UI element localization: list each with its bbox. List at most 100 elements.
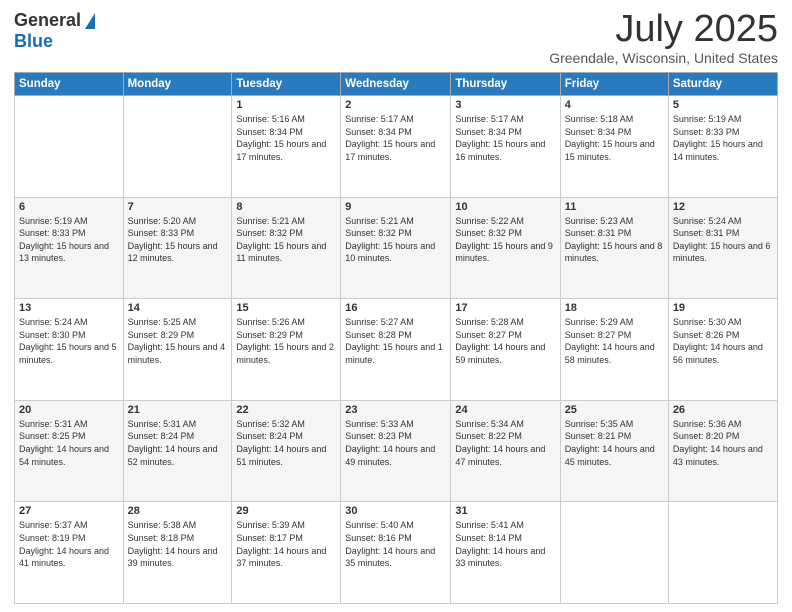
calendar-cell: 3 Sunrise: 5:17 AMSunset: 8:34 PMDaylight… bbox=[451, 96, 560, 198]
day-info: Sunrise: 5:25 AMSunset: 8:29 PMDaylight:… bbox=[128, 316, 228, 366]
day-number: 31 bbox=[455, 505, 555, 517]
day-number: 25 bbox=[565, 404, 664, 416]
day-info: Sunrise: 5:17 AMSunset: 8:34 PMDaylight:… bbox=[345, 113, 446, 163]
calendar-cell: 27Sunrise: 5:37 AMSunset: 8:19 PMDayligh… bbox=[15, 502, 124, 604]
calendar-cell: 10 Sunrise: 5:22 AMSunset: 8:32 PMDayligh… bbox=[451, 197, 560, 299]
calendar-cell: 2 Sunrise: 5:17 AMSunset: 8:34 PMDaylight… bbox=[341, 96, 451, 198]
calendar-cell: 15 Sunrise: 5:26 AMSunset: 8:29 PMDayligh… bbox=[232, 299, 341, 401]
calendar-cell bbox=[560, 502, 668, 604]
day-number: 6 bbox=[19, 201, 119, 213]
calendar-cell: 30 Sunrise: 5:40 AMSunset: 8:16 PMDayligh… bbox=[341, 502, 451, 604]
day-info: Sunrise: 5:31 AMSunset: 8:25 PMDaylight:… bbox=[19, 418, 119, 468]
day-number: 9 bbox=[345, 201, 446, 213]
header: General Blue July 2025 Greendale, Wiscon… bbox=[14, 10, 778, 66]
day-info: Sunrise: 5:24 AMSunset: 8:30 PMDaylight:… bbox=[19, 316, 119, 366]
day-info: Sunrise: 5:41 AMSunset: 8:14 PMDaylight:… bbox=[455, 519, 555, 569]
calendar-cell: 14 Sunrise: 5:25 AMSunset: 8:29 PMDayligh… bbox=[123, 299, 232, 401]
day-info: Sunrise: 5:27 AMSunset: 8:28 PMDaylight:… bbox=[345, 316, 446, 366]
day-info: Sunrise: 5:35 AMSunset: 8:21 PMDaylight:… bbox=[565, 418, 664, 468]
calendar-cell: 12Sunrise: 5:24 AMSunset: 8:31 PMDayligh… bbox=[668, 197, 777, 299]
day-info: Sunrise: 5:38 AMSunset: 8:18 PMDaylight:… bbox=[128, 519, 228, 569]
day-info: Sunrise: 5:18 AMSunset: 8:34 PMDaylight:… bbox=[565, 113, 664, 163]
weekday-header-tuesday: Tuesday bbox=[232, 73, 341, 96]
calendar-cell: 28Sunrise: 5:38 AMSunset: 8:18 PMDayligh… bbox=[123, 502, 232, 604]
calendar-cell: 31 Sunrise: 5:41 AMSunset: 8:14 PMDayligh… bbox=[451, 502, 560, 604]
day-number: 21 bbox=[128, 404, 228, 416]
day-info: Sunrise: 5:36 AMSunset: 8:20 PMDaylight:… bbox=[673, 418, 773, 468]
day-number: 19 bbox=[673, 302, 773, 314]
calendar-cell: 16 Sunrise: 5:27 AMSunset: 8:28 PMDayligh… bbox=[341, 299, 451, 401]
day-info: Sunrise: 5:19 AMSunset: 8:33 PMDaylight:… bbox=[19, 215, 119, 265]
day-info: Sunrise: 5:20 AMSunset: 8:33 PMDaylight:… bbox=[128, 215, 228, 265]
day-number: 4 bbox=[565, 99, 664, 111]
day-number: 3 bbox=[455, 99, 555, 111]
calendar-cell: 17 Sunrise: 5:28 AMSunset: 8:27 PMDayligh… bbox=[451, 299, 560, 401]
day-number: 26 bbox=[673, 404, 773, 416]
day-number: 22 bbox=[236, 404, 336, 416]
location-title: Greendale, Wisconsin, United States bbox=[549, 50, 778, 66]
month-title: July 2025 bbox=[549, 10, 778, 48]
calendar-cell: 9 Sunrise: 5:21 AMSunset: 8:32 PMDaylight… bbox=[341, 197, 451, 299]
logo: General bbox=[14, 10, 95, 31]
day-number: 18 bbox=[565, 302, 664, 314]
page: General Blue July 2025 Greendale, Wiscon… bbox=[0, 0, 792, 612]
day-number: 7 bbox=[128, 201, 228, 213]
day-number: 24 bbox=[455, 404, 555, 416]
day-number: 15 bbox=[236, 302, 336, 314]
calendar-cell: 11Sunrise: 5:23 AMSunset: 8:31 PMDayligh… bbox=[560, 197, 668, 299]
day-info: Sunrise: 5:21 AMSunset: 8:32 PMDaylight:… bbox=[345, 215, 446, 265]
weekday-header-row: SundayMondayTuesdayWednesdayThursdayFrid… bbox=[15, 73, 778, 96]
weekday-header-sunday: Sunday bbox=[15, 73, 124, 96]
day-info: Sunrise: 5:37 AMSunset: 8:19 PMDaylight:… bbox=[19, 519, 119, 569]
calendar-cell bbox=[668, 502, 777, 604]
logo-area: General Blue bbox=[14, 10, 95, 52]
logo-triangle-icon bbox=[85, 13, 95, 29]
calendar-cell: 5 Sunrise: 5:19 AMSunset: 8:33 PMDaylight… bbox=[668, 96, 777, 198]
day-info: Sunrise: 5:19 AMSunset: 8:33 PMDaylight:… bbox=[673, 113, 773, 163]
day-number: 16 bbox=[345, 302, 446, 314]
day-info: Sunrise: 5:30 AMSunset: 8:26 PMDaylight:… bbox=[673, 316, 773, 366]
calendar-cell: 23Sunrise: 5:33 AMSunset: 8:23 PMDayligh… bbox=[341, 400, 451, 502]
day-info: Sunrise: 5:40 AMSunset: 8:16 PMDaylight:… bbox=[345, 519, 446, 569]
calendar-cell: 18 Sunrise: 5:29 AMSunset: 8:27 PMDayligh… bbox=[560, 299, 668, 401]
day-info: Sunrise: 5:33 AMSunset: 8:23 PMDaylight:… bbox=[345, 418, 446, 468]
day-number: 30 bbox=[345, 505, 446, 517]
day-number: 20 bbox=[19, 404, 119, 416]
calendar-cell: 29Sunrise: 5:39 AMSunset: 8:17 PMDayligh… bbox=[232, 502, 341, 604]
calendar-cell: 13Sunrise: 5:24 AMSunset: 8:30 PMDayligh… bbox=[15, 299, 124, 401]
day-number: 5 bbox=[673, 99, 773, 111]
calendar-cell: 6 Sunrise: 5:19 AMSunset: 8:33 PMDaylight… bbox=[15, 197, 124, 299]
calendar-week-3: 13Sunrise: 5:24 AMSunset: 8:30 PMDayligh… bbox=[15, 299, 778, 401]
day-info: Sunrise: 5:17 AMSunset: 8:34 PMDaylight:… bbox=[455, 113, 555, 163]
day-number: 2 bbox=[345, 99, 446, 111]
calendar-cell: 22Sunrise: 5:32 AMSunset: 8:24 PMDayligh… bbox=[232, 400, 341, 502]
day-number: 10 bbox=[455, 201, 555, 213]
logo-general-text: General bbox=[14, 10, 81, 31]
day-info: Sunrise: 5:22 AMSunset: 8:32 PMDaylight:… bbox=[455, 215, 555, 265]
logo-blue-text: Blue bbox=[14, 31, 53, 52]
weekday-header-thursday: Thursday bbox=[451, 73, 560, 96]
weekday-header-monday: Monday bbox=[123, 73, 232, 96]
calendar-cell: 24Sunrise: 5:34 AMSunset: 8:22 PMDayligh… bbox=[451, 400, 560, 502]
weekday-header-wednesday: Wednesday bbox=[341, 73, 451, 96]
day-number: 11 bbox=[565, 201, 664, 213]
day-number: 29 bbox=[236, 505, 336, 517]
calendar-cell: 8Sunrise: 5:21 AMSunset: 8:32 PMDaylight… bbox=[232, 197, 341, 299]
day-info: Sunrise: 5:31 AMSunset: 8:24 PMDaylight:… bbox=[128, 418, 228, 468]
day-number: 14 bbox=[128, 302, 228, 314]
day-info: Sunrise: 5:28 AMSunset: 8:27 PMDaylight:… bbox=[455, 316, 555, 366]
calendar-table: SundayMondayTuesdayWednesdayThursdayFrid… bbox=[14, 72, 778, 604]
calendar-cell: 20 Sunrise: 5:31 AMSunset: 8:25 PMDayligh… bbox=[15, 400, 124, 502]
calendar-week-4: 20 Sunrise: 5:31 AMSunset: 8:25 PMDayligh… bbox=[15, 400, 778, 502]
day-number: 17 bbox=[455, 302, 555, 314]
calendar-cell: 1 Sunrise: 5:16 AMSunset: 8:34 PMDaylight… bbox=[232, 96, 341, 198]
calendar-cell: 7 Sunrise: 5:20 AMSunset: 8:33 PMDaylight… bbox=[123, 197, 232, 299]
weekday-header-saturday: Saturday bbox=[668, 73, 777, 96]
day-number: 1 bbox=[236, 99, 336, 111]
calendar-cell: 19 Sunrise: 5:30 AMSunset: 8:26 PMDayligh… bbox=[668, 299, 777, 401]
day-info: Sunrise: 5:26 AMSunset: 8:29 PMDaylight:… bbox=[236, 316, 336, 366]
title-area: July 2025 Greendale, Wisconsin, United S… bbox=[549, 10, 778, 66]
day-number: 8 bbox=[236, 201, 336, 213]
day-info: Sunrise: 5:16 AMSunset: 8:34 PMDaylight:… bbox=[236, 113, 336, 163]
day-info: Sunrise: 5:29 AMSunset: 8:27 PMDaylight:… bbox=[565, 316, 664, 366]
